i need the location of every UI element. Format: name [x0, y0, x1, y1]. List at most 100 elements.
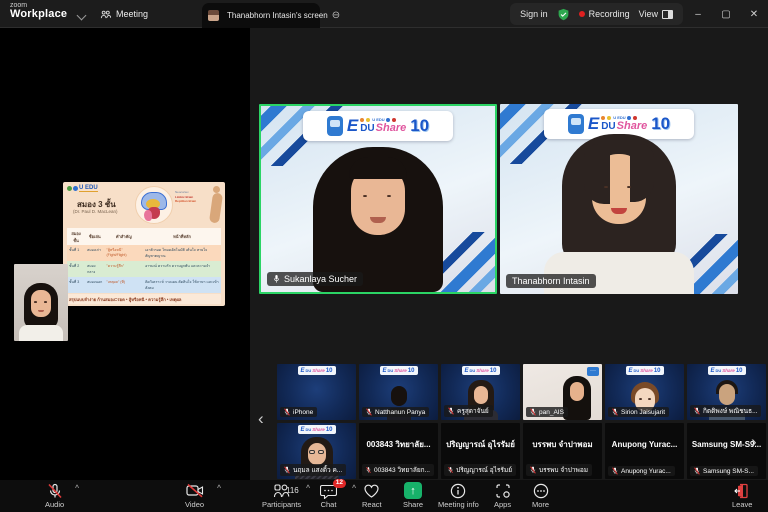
meeting-icon — [100, 9, 111, 20]
audio-options-chevron[interactable]: ^ — [75, 485, 79, 492]
participants-options-chevron[interactable]: ^ — [306, 485, 310, 492]
name-tag: กิตติพงษ์ พณิชนธ... — [690, 405, 761, 417]
apps-icon — [495, 483, 511, 499]
slide-logo: U EDU — [67, 185, 98, 192]
titlebar: zoom Workplace Meeting Thanabhorn Intasi… — [0, 0, 768, 28]
tab-shared-screen[interactable]: Thanabhorn Intasin's screen ⊖ — [202, 3, 320, 28]
presentation-slide: U EDU สมอง 3 ชั้น (Dr. Paul D. MacLean) … — [63, 182, 225, 306]
participant-tile-natthanun[interactable]: EDUShare10 Natthanun Panya — [359, 364, 438, 420]
name-tag: Anupong Yurac... — [608, 466, 675, 476]
mic-muted-icon — [366, 466, 371, 474]
participant-tile-kittipong[interactable]: EDUShare10 กิตติพงษ์ พณิชนธ... — [687, 364, 766, 420]
mic-muted-icon — [530, 466, 536, 474]
chat-badge: 12 — [333, 479, 346, 488]
security-shield-icon[interactable] — [557, 8, 570, 21]
workplace-dropdown-chevron-icon[interactable] — [77, 11, 87, 21]
participant-tile-parinyarn[interactable]: ปริญญารณ์ อุไรรัมย์ ปริญญารณ์ อุไรรัมย์ — [441, 423, 520, 479]
mic-muted-icon — [284, 466, 290, 474]
slide-table: สมองชั้น ชื่อเล่น คำสำคัญ หน้าที่หลัก ชั… — [67, 228, 221, 293]
leave-button[interactable]: Leave — [732, 482, 752, 509]
slide-subtitle: (Dr. Paul D. MacLean) — [73, 209, 118, 214]
maximize-button[interactable]: ▢ — [712, 0, 740, 28]
video-tile-sukanlaya[interactable]: E U EDU DUShare 10 Sukanlaya Sucher — [259, 104, 497, 294]
participant-tile-pan-ais[interactable]: ··· pan_AIS — [523, 364, 602, 420]
gallery-prev-button[interactable]: ‹ — [258, 410, 264, 427]
participant-person — [303, 147, 453, 292]
glasses-icon — [309, 450, 315, 454]
gallery-next-button[interactable]: › — [751, 433, 757, 450]
close-button[interactable]: ✕ — [740, 0, 768, 28]
mic-muted-icon — [612, 467, 618, 475]
participant-tile-narumon[interactable]: EDUShare10 นฤมล แสงติ้ว ค... — [277, 423, 356, 479]
mic-on-icon — [273, 274, 280, 284]
tab-meeting[interactable]: Meeting — [100, 0, 148, 28]
participant-tile-krusuda[interactable]: EDUShare10 ครูสุดาจันย์ — [441, 364, 520, 420]
name-tag: Natthanun Panya — [362, 407, 429, 417]
workplace-logo-text: Workplace — [10, 9, 67, 20]
table-row: ชั้นที่ 1 สมองเก่า "สู้หรือหนี" (Fight/F… — [67, 245, 221, 261]
robot-mascot-icon — [327, 116, 343, 136]
slide-logo-text: U EDU — [79, 185, 98, 192]
titlebar-status-group: Sign in Recording View — [510, 3, 683, 25]
participants-count: 116 — [286, 486, 299, 495]
view-button[interactable]: View — [639, 9, 673, 19]
meeting-info-button[interactable]: Meeting info — [438, 482, 479, 509]
participant-tile-sirion[interactable]: EDUShare10 Sirion Jaisujarit — [605, 364, 684, 420]
shared-screen-tab-label: Thanabhorn Intasin's screen — [227, 11, 328, 20]
zoom-workplace-logo[interactable]: zoom Workplace — [10, 2, 67, 20]
heart-icon — [363, 483, 380, 499]
name-tag: ปริญญารณ์ อุไรรัมย์ — [444, 464, 516, 476]
video-gallery: E U EDU DUShare 10 Sukanlaya Sucher — [250, 28, 768, 480]
shared-screen-region: U EDU สมอง 3 ชั้น (Dr. Paul D. MacLean) … — [0, 28, 250, 480]
participant-tile-003843[interactable]: 003843 วิทยาลัย... 003843 วิทยาลัยก... — [359, 423, 438, 479]
logo-green-dot-icon — [67, 186, 72, 191]
mic-muted-icon — [694, 467, 700, 475]
self-view-person — [19, 283, 63, 341]
view-label: View — [639, 9, 658, 19]
name-tag: pan_AIS — [526, 407, 568, 417]
video-options-chevron[interactable]: ^ — [217, 485, 221, 492]
share-screen-button[interactable]: ↑ Share — [403, 482, 423, 509]
chat-button[interactable]: 12 Chat ^ — [320, 482, 337, 509]
table-row: ชั้นที่ 3 สมองนอก "เหตุผล" (ที) คิดวิเคร… — [67, 277, 221, 293]
more-button[interactable]: More — [532, 482, 549, 509]
brain-labels: Neocortex Limbic Brain Reptilian Brain — [175, 190, 205, 204]
react-button[interactable]: React — [362, 482, 382, 509]
apps-button[interactable]: Apps — [494, 482, 511, 509]
participant-tile-banpob[interactable]: บรรพบ จำปาพอม บรรพบ จำปาพอม — [523, 423, 602, 479]
name-tag: Samsung SM-S... — [690, 466, 758, 476]
chat-options-chevron[interactable]: ^ — [352, 485, 356, 492]
recording-label: Recording — [589, 9, 630, 19]
slide-summary: สรุปแบบจำง่าย ก้านสมอง=รอด • สู้หรือหนี … — [67, 294, 221, 304]
view-layout-icon — [662, 10, 673, 19]
video-tile-thanabhorn[interactable]: E U EDU DUShare 10 Thanabhorn Intasin — [500, 104, 738, 294]
video-button[interactable]: Video ^ — [185, 482, 204, 509]
self-view-tile[interactable] — [14, 264, 68, 341]
robot-mascot-icon — [568, 114, 584, 134]
edu-share-banner: E U EDU DUShare 10 — [303, 111, 453, 141]
name-tag: Thanabhorn Intasin — [506, 274, 596, 288]
name-tag: นฤมล แสงติ้ว ค... — [280, 464, 346, 476]
participant-tile-iphone[interactable]: EDUShare10 iPhone — [277, 364, 356, 420]
name-tag: 003843 วิทยาลัยก... — [362, 464, 434, 476]
zoom-window: zoom Workplace Meeting Thanabhorn Intasi… — [0, 0, 768, 512]
name-tag: Sukanlaya Sucher — [267, 272, 363, 286]
meeting-tab-label: Meeting — [116, 9, 148, 19]
sign-in-link[interactable]: Sign in — [520, 9, 548, 19]
audio-button[interactable]: Audio ^ — [45, 482, 64, 509]
mic-muted-icon — [530, 408, 536, 416]
mic-muted-icon — [448, 466, 453, 474]
name-tag: บรรพบ จำปาพอม — [526, 464, 592, 476]
camera-muted-icon — [186, 483, 204, 498]
name-tag: Sirion Jaisujarit — [608, 407, 669, 417]
tile-more-button[interactable]: ··· — [587, 367, 599, 376]
participant-tile-anupong[interactable]: Anupong Yurac... Anupong Yurac... — [605, 423, 684, 479]
info-icon — [450, 483, 466, 499]
participants-button[interactable]: Participants 116 ^ — [262, 482, 301, 509]
collapse-icon[interactable]: ⊖ — [332, 10, 340, 21]
participant-person — [534, 134, 704, 294]
name-tag: iPhone — [280, 407, 317, 417]
mic-muted-icon — [47, 483, 63, 499]
minimize-button[interactable]: – — [684, 0, 712, 28]
recording-indicator[interactable]: Recording — [579, 9, 630, 19]
